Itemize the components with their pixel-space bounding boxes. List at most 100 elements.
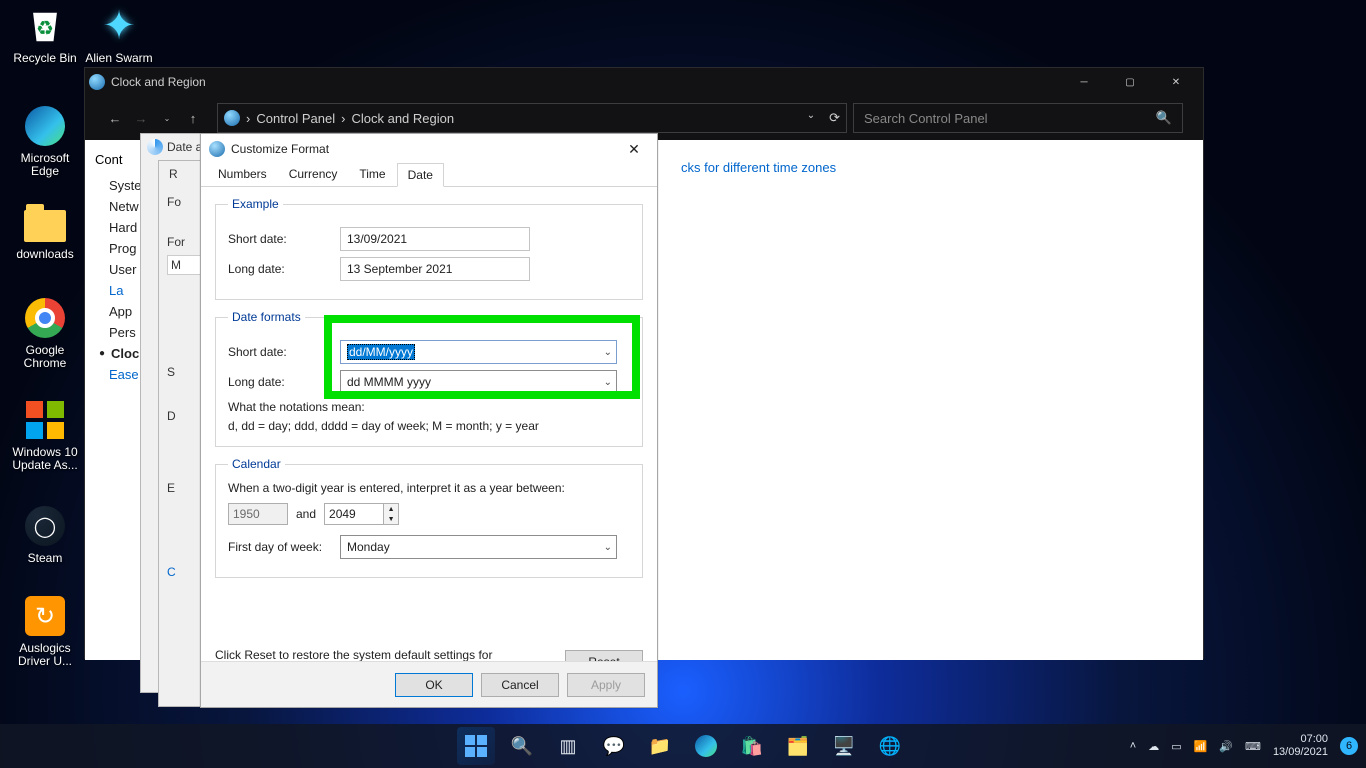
sub2-l2[interactable]: M [167,255,204,275]
content-link[interactable]: cks for different time zones [681,160,1183,175]
tray-battery-icon[interactable]: ▭ [1171,740,1181,753]
taskbar-search[interactable]: 🔍 [503,727,541,765]
bc-sep: › [341,111,345,126]
spin-up-icon[interactable]: ▲ [384,504,398,514]
taskbar-chat[interactable]: 💬 [595,727,633,765]
taskbar[interactable]: 🔍 ▥ 💬 📁 🛍️ 🗂️ 🖥️ 🌐 ˄ ☁ ▭ 📶 🔊 ⌨ 07:00 13/… [0,724,1366,768]
close-button[interactable]: ✕ [619,134,649,164]
desktop-icon-w10-update[interactable]: Windows 10 Update As... [8,398,82,472]
first-day-value: Monday [347,540,390,554]
customize-format-dialog: Customize Format ✕ Numbers Currency Time… [200,133,658,708]
notation-heading: What the notations mean: [228,400,630,415]
first-day-label: First day of week: [228,540,330,554]
first-day-combo[interactable]: Monday ⌄ [340,535,617,559]
tray-onedrive-icon[interactable]: ☁ [1148,740,1159,753]
breadcrumb-chevron-icon[interactable]: ⌄ [807,110,815,126]
taskbar-app2[interactable]: 🖥️ [825,727,863,765]
window-icon [89,74,105,90]
short-date-format-combo[interactable]: dd/MM/yyyy ⌄ [340,340,617,364]
group-date-formats: Date formats Short date: dd/MM/yyyy ⌄ Lo… [215,310,643,447]
sub2-l1: For [167,233,204,251]
sub2-l3: S [167,363,204,381]
tab-date[interactable]: Date [397,163,444,187]
bc-sep: › [246,111,250,126]
maximize-button[interactable]: ▢ [1107,68,1153,96]
long-date-example: 13 September 2021 [340,257,530,281]
desktop-icon-downloads[interactable]: downloads [8,200,82,261]
short-date-label: Short date: [228,232,330,246]
downloads-label: downloads [8,248,82,261]
desktop-icon-steam[interactable]: ◯ Steam [8,504,82,565]
bc-2[interactable]: Clock and Region [351,111,454,126]
taskbar-app[interactable]: 🗂️ [779,727,817,765]
tray-time: 07:00 [1273,733,1328,746]
tray-volume-icon[interactable]: 🔊 [1219,740,1233,753]
refresh-button[interactable]: ⟳ [829,110,840,126]
search-input[interactable]: Search Control Panel 🔍 [853,103,1183,133]
dialog-body: Example Short date: 13/09/2021 Long date… [201,187,657,661]
desktop-icon-chrome[interactable]: Google Chrome [8,296,82,370]
desktop-icon-alien-swarm[interactable]: ✦ Alien Swarm [82,4,156,65]
tray-chevron-icon[interactable]: ˄ [1130,740,1136,752]
close-button[interactable]: ✕ [1153,68,1199,96]
recycle-bin-label: Recycle Bin [8,52,82,65]
tab-time[interactable]: Time [348,162,396,186]
recent-button[interactable]: ⌄ [157,114,177,123]
dialog-tabs: Numbers Currency Time Date [201,164,657,187]
short-format-value: dd/MM/yyyy [347,344,415,360]
window-title: Clock and Region [111,75,206,89]
reset-button[interactable]: Reset [565,650,643,661]
sub2-tab[interactable]: Fo [167,193,204,211]
auslogics-label: Auslogics Driver U... [8,642,82,668]
system-tray[interactable]: ˄ ☁ ▭ 📶 🔊 ⌨ 07:00 13/09/2021 6 [1130,733,1358,759]
dialog-footer: OK Cancel Apply [201,661,657,707]
desktop-icon-recycle-bin[interactable]: Recycle Bin [8,4,82,65]
start-button[interactable] [457,727,495,765]
chrome-label: Google Chrome [8,344,82,370]
year-spinner[interactable]: ▲▼ [383,503,399,525]
tab-numbers[interactable]: Numbers [207,162,278,186]
dialog-titlebar[interactable]: Customize Format ✕ [201,134,657,164]
forward-button[interactable]: → [131,111,151,126]
example-legend: Example [228,197,283,211]
chevron-down-icon: ⌄ [604,347,612,358]
formats-legend: Date formats [228,310,305,324]
taskbar-store[interactable]: 🛍️ [733,727,771,765]
breadcrumb[interactable]: › Control Panel › Clock and Region ⌄ ⟳ [217,103,847,133]
minimize-button[interactable]: ─ [1061,68,1107,96]
sub2-l5: E [167,479,204,497]
notification-count[interactable]: 6 [1340,737,1358,755]
taskbar-explorer[interactable]: 📁 [641,727,679,765]
desktop-icon-auslogics[interactable]: Auslogics Driver U... [8,594,82,668]
taskbar-taskview[interactable]: ▥ [549,727,587,765]
taskbar-region[interactable]: 🌐 [871,727,909,765]
ok-button[interactable]: OK [395,673,473,697]
apply-button[interactable]: Apply [567,673,645,697]
globe-icon [224,110,240,126]
tab-currency[interactable]: Currency [278,162,349,186]
tray-wifi-icon[interactable]: 📶 [1194,740,1208,753]
year-from: 1950 [228,503,288,525]
sub2-l4: D [167,407,204,425]
alien-swarm-label: Alien Swarm [82,52,156,65]
back-button[interactable]: ← [105,111,125,126]
sub2-l6[interactable]: C [167,563,204,581]
tray-clock[interactable]: 07:00 13/09/2021 [1273,733,1328,759]
spin-down-icon[interactable]: ▼ [384,514,398,524]
cancel-button[interactable]: Cancel [481,673,559,697]
reset-description: Click Reset to restore the system defaul… [215,648,495,661]
long-date-label: Long date: [228,262,330,276]
taskbar-edge[interactable] [687,727,725,765]
desktop-icon-edge[interactable]: Microsoft Edge [8,104,82,178]
steam-label: Steam [8,552,82,565]
chevron-down-icon: ⌄ [604,542,612,553]
tray-input-icon[interactable]: ⌨ [1245,740,1261,753]
year-to-input[interactable]: 2049 [324,503,384,525]
two-digit-label: When a two-digit year is entered, interp… [228,481,630,495]
bc-1[interactable]: Control Panel [256,111,335,126]
up-button[interactable]: ↑ [183,111,203,126]
titlebar[interactable]: Clock and Region ─ ▢ ✕ [85,68,1203,96]
long-date-format-combo[interactable]: dd MMMM yyyy ⌄ [340,370,617,394]
tray-date: 13/09/2021 [1273,746,1328,759]
short-format-label: Short date: [228,345,330,359]
